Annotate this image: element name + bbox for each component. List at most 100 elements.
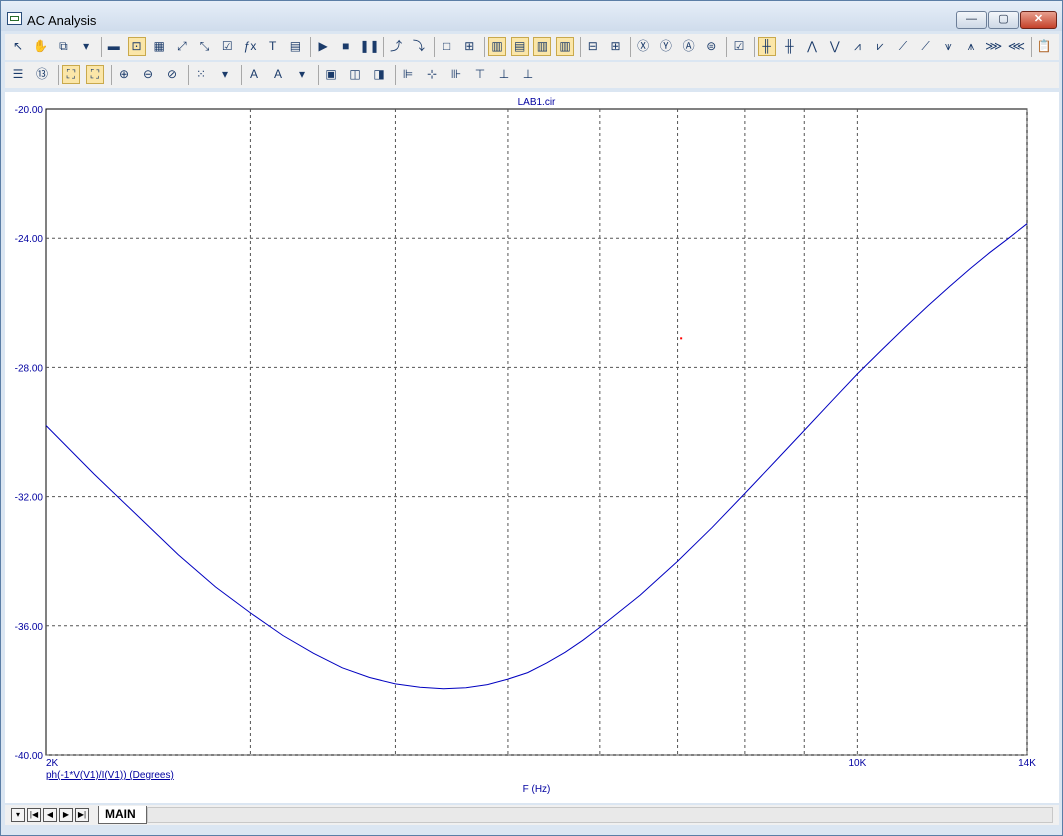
split-grid-icon[interactable]: ⊞ (607, 37, 625, 56)
zoom-a-icon[interactable]: Ⓐ (680, 37, 698, 56)
graph-window-icon[interactable]: ▬ (105, 37, 123, 56)
x-tick-label: 2K (46, 758, 59, 769)
plot-area[interactable]: -20.00 -24.00 -28.00 -32.00 -36.00 -40.00 2K 10… (5, 92, 1059, 803)
align-middle-icon[interactable]: ⊥ (495, 65, 513, 84)
tile-horizontal-icon[interactable]: ▤ (510, 37, 529, 56)
hand-pan-icon[interactable]: ✋ (32, 37, 50, 56)
first-tab-button[interactable]: |◀ (27, 808, 41, 822)
run-icon[interactable]: ▶ (314, 37, 332, 56)
tab-menu-button[interactable]: ▾ (11, 808, 25, 822)
fit-all-icon[interactable]: ⛶ (62, 65, 80, 84)
fit-y-icon[interactable]: ⛶ (86, 65, 104, 84)
align-left-icon[interactable]: ⊫ (399, 65, 417, 84)
global-low-icon[interactable]: ⩚ (962, 37, 980, 56)
toolbar-separator (630, 37, 632, 57)
zoom-100-icon[interactable]: ⊘ (163, 65, 181, 84)
settings-check-icon[interactable]: ☑ (730, 37, 748, 56)
copy-icon[interactable]: ⧉ (54, 37, 72, 56)
select-arrow-icon[interactable]: ↖ (9, 37, 27, 56)
zoom-list-icon[interactable]: ⊜ (702, 37, 720, 56)
stop-icon[interactable]: ■ (337, 37, 355, 56)
maximize-button[interactable]: ▢ (988, 11, 1019, 29)
toolbar-separator (310, 37, 312, 57)
zoom-out-icon[interactable]: ⊖ (139, 65, 157, 84)
toolbar-separator (433, 37, 435, 57)
toolbar-separator (753, 37, 755, 57)
pause-icon[interactable]: ❚❚ (360, 37, 380, 56)
cursor-right-icon[interactable]: ╫ (780, 37, 798, 56)
tab-bar: ▾ |◀ ◀ ▶ ▶| MAIN (5, 805, 1059, 825)
top-icon[interactable]: ⋙ (985, 37, 1003, 56)
y-tick-label: -24.00 (15, 234, 44, 245)
text-tool-icon[interactable]: T (264, 37, 282, 56)
tab-main[interactable]: MAIN (98, 806, 147, 824)
series-line (45, 223, 1028, 690)
zoom-x-icon[interactable]: Ⓧ (634, 37, 652, 56)
function-icon[interactable]: ƒx (241, 37, 259, 56)
high-icon[interactable]: ⩘ (849, 37, 867, 56)
font-icon[interactable]: A (245, 65, 263, 84)
toolbar-separator (188, 65, 189, 85)
toolbar-main: ↖ ✋ ⧉ ▾ ▬ ⊡ ▦ ⤢ ⤡ ☑ ƒx T ▤ ▶ ■ ❚❚ ⤴ ⤵ □ ⊞ ▥ ▤ ▥ ▥ ⊟ ⊞ Ⓧ Ⓨ Ⓐ ⊜ ☑ ╫ ╫ ⋀ ⋁ ⩘ ⩗ ⟋… (5, 34, 1059, 60)
font-dropdown-icon[interactable]: ▾ (293, 65, 311, 84)
fit-vertical-icon[interactable]: ⤡ (196, 37, 214, 56)
toolbar-separator (726, 37, 727, 57)
zoom-y-icon[interactable]: Ⓨ (657, 37, 675, 56)
toolbar-format: ☰ ⑬ ⛶ ⛶ ⊕ ⊖ ⊘ ⁙ ▾ A A ▾ ▣ ◫ ◨ ⊫ ⊹ ⊪ ⊤ ⊥ ⊥ (5, 62, 1059, 88)
title-bar[interactable]: AC Analysis — ▢ ✕ (1, 1, 1062, 31)
data-points-icon[interactable]: ⑬ (33, 65, 51, 84)
grid-dropdown-icon[interactable]: ▾ (216, 65, 234, 84)
prev-tab-button[interactable]: ◀ (43, 808, 57, 822)
curve-check-icon[interactable]: ☑ (218, 37, 236, 56)
bring-front-icon[interactable]: ▣ (322, 65, 340, 84)
inflection-icon[interactable]: ⟋ (894, 37, 912, 56)
send-back-icon[interactable]: ◫ (346, 65, 364, 84)
toolbar-separator (395, 65, 396, 85)
group-icon[interactable]: ◨ (370, 65, 388, 84)
slope-icon[interactable]: ⟋ (917, 37, 935, 56)
tile-vertical-icon[interactable]: ▥ (488, 37, 506, 56)
peak-icon[interactable]: ⤴ (387, 37, 405, 56)
phase-chart[interactable]: -20.00 -24.00 -28.00 -32.00 -36.00 -40.002K 10… (5, 92, 1059, 803)
toolbar-separator (100, 37, 102, 57)
next-tab-button[interactable]: ▶ (59, 808, 73, 822)
low-icon[interactable]: ⩗ (871, 37, 889, 56)
cursor-left-icon[interactable]: ╫ (757, 37, 776, 56)
y-tick-label: -20.00 (15, 105, 44, 116)
align-center-icon[interactable]: ⊹ (423, 65, 441, 84)
horizontal-scrollbar[interactable] (147, 807, 1053, 823)
y-tick-label: -36.00 (15, 622, 44, 633)
y-tick-label: -40.00 (15, 751, 44, 762)
tile-left-icon[interactable]: ▥ (533, 37, 552, 56)
list-icon[interactable]: ☰ (9, 65, 27, 84)
align-top-icon[interactable]: ⊤ (471, 65, 489, 84)
zoom-in-icon[interactable]: ⊕ (115, 65, 133, 84)
status-bar (5, 826, 1059, 835)
scale-icon[interactable]: ⊡ (127, 37, 146, 56)
box-icon[interactable]: □ (438, 37, 456, 56)
align-right-icon[interactable]: ⊪ (447, 65, 465, 84)
fit-horizontal-icon[interactable]: ⤢ (173, 37, 191, 56)
font-size-icon[interactable]: A (269, 65, 287, 84)
global-high-icon[interactable]: ⩛ (939, 37, 957, 56)
peak-search-icon[interactable]: ⋀ (803, 37, 821, 56)
minimize-button[interactable]: — (956, 11, 987, 29)
toolbar-separator (318, 65, 319, 85)
properties-icon[interactable]: ▤ (286, 37, 304, 56)
split-horizontal-icon[interactable]: ⊟ (584, 37, 602, 56)
x-tick-label: 10K (848, 758, 866, 769)
align-bottom-icon[interactable]: ⊥ (519, 65, 537, 84)
grid-icon[interactable]: ⁙ (192, 65, 210, 84)
valley-search-icon[interactable]: ⋁ (826, 37, 844, 56)
grid-dots-icon[interactable]: ⊞ (460, 37, 478, 56)
valley-icon[interactable]: ⤵ (410, 37, 428, 56)
close-button[interactable]: ✕ (1020, 11, 1057, 29)
clipboard-icon[interactable]: 📋 (1035, 37, 1053, 56)
zoom-region-icon[interactable]: ▦ (150, 37, 168, 56)
clipboard-dropdown-icon[interactable]: ▾ (1058, 37, 1063, 56)
tile-right-icon[interactable]: ▥ (556, 37, 575, 56)
last-tab-button[interactable]: ▶| (75, 808, 89, 822)
dropdown-arrow-icon[interactable]: ▾ (77, 37, 95, 56)
app-icon (7, 12, 22, 25)
bottom-icon[interactable]: ⋘ (1007, 37, 1025, 56)
